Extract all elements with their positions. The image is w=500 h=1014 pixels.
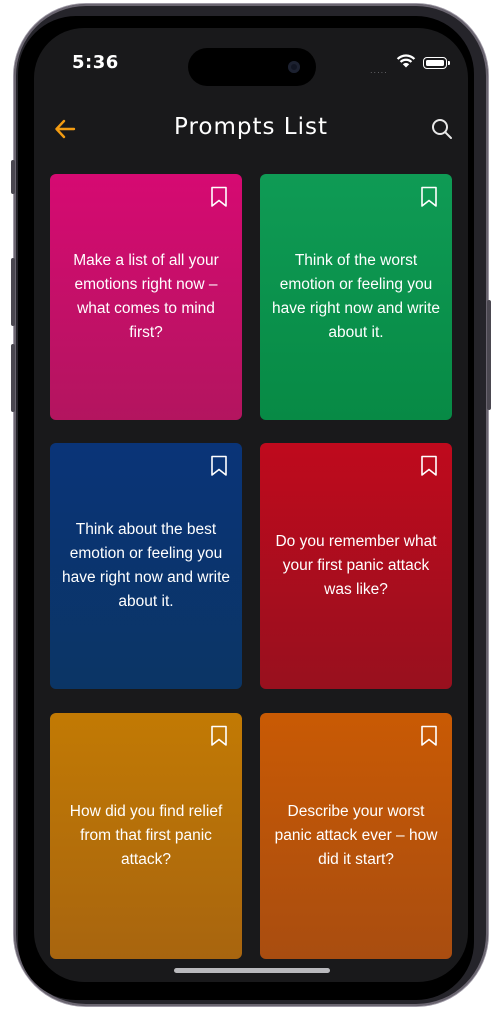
bookmark-icon[interactable] [420,455,438,477]
prompt-card[interactable]: Make a list of all your emotions right n… [50,174,242,420]
dynamic-island [188,48,316,86]
prompt-text: Do you remember what your first panic at… [275,533,437,598]
battery-icon [423,57,450,69]
prompt-text: Think of the worst emotion or feeling yo… [272,252,441,341]
volume-up-button [11,258,15,326]
home-indicator[interactable] [174,968,330,973]
bookmark-icon[interactable] [420,186,438,208]
prompt-text: Make a list of all your emotions right n… [73,252,219,341]
wifi-icon [396,54,416,68]
bookmark-icon[interactable] [420,725,438,747]
volume-down-button [11,344,15,412]
page-title: Prompts List [173,114,328,140]
power-button [487,300,491,410]
prompt-card[interactable]: Do you remember what your first panic at… [260,443,452,689]
app-screen: 5:36 ..... Prompts List Make a list of a… [34,28,468,982]
prompt-card[interactable]: How did you find relief from that first … [50,713,242,959]
bookmark-icon[interactable] [210,725,228,747]
action-button [11,160,15,194]
bookmark-icon[interactable] [210,455,228,477]
prompt-text: Think about the best emotion or feeling … [62,521,231,610]
prompt-card[interactable]: Think of the worst emotion or feeling yo… [260,174,452,420]
app-header: Prompts List [34,108,468,152]
prompt-card[interactable]: Think about the best emotion or feeling … [50,443,242,689]
status-time: 5:36 [72,52,119,73]
status-bar: 5:36 ..... [34,28,468,108]
prompt-text: Describe your worst panic attack ever – … [274,803,438,868]
camera-icon [288,61,300,73]
prompt-card[interactable]: Describe your worst panic attack ever – … [260,713,452,959]
signal-icon: ..... [370,66,388,75]
search-icon[interactable] [430,117,454,141]
prompt-text: How did you find relief from that first … [69,803,223,868]
bookmark-icon[interactable] [210,186,228,208]
